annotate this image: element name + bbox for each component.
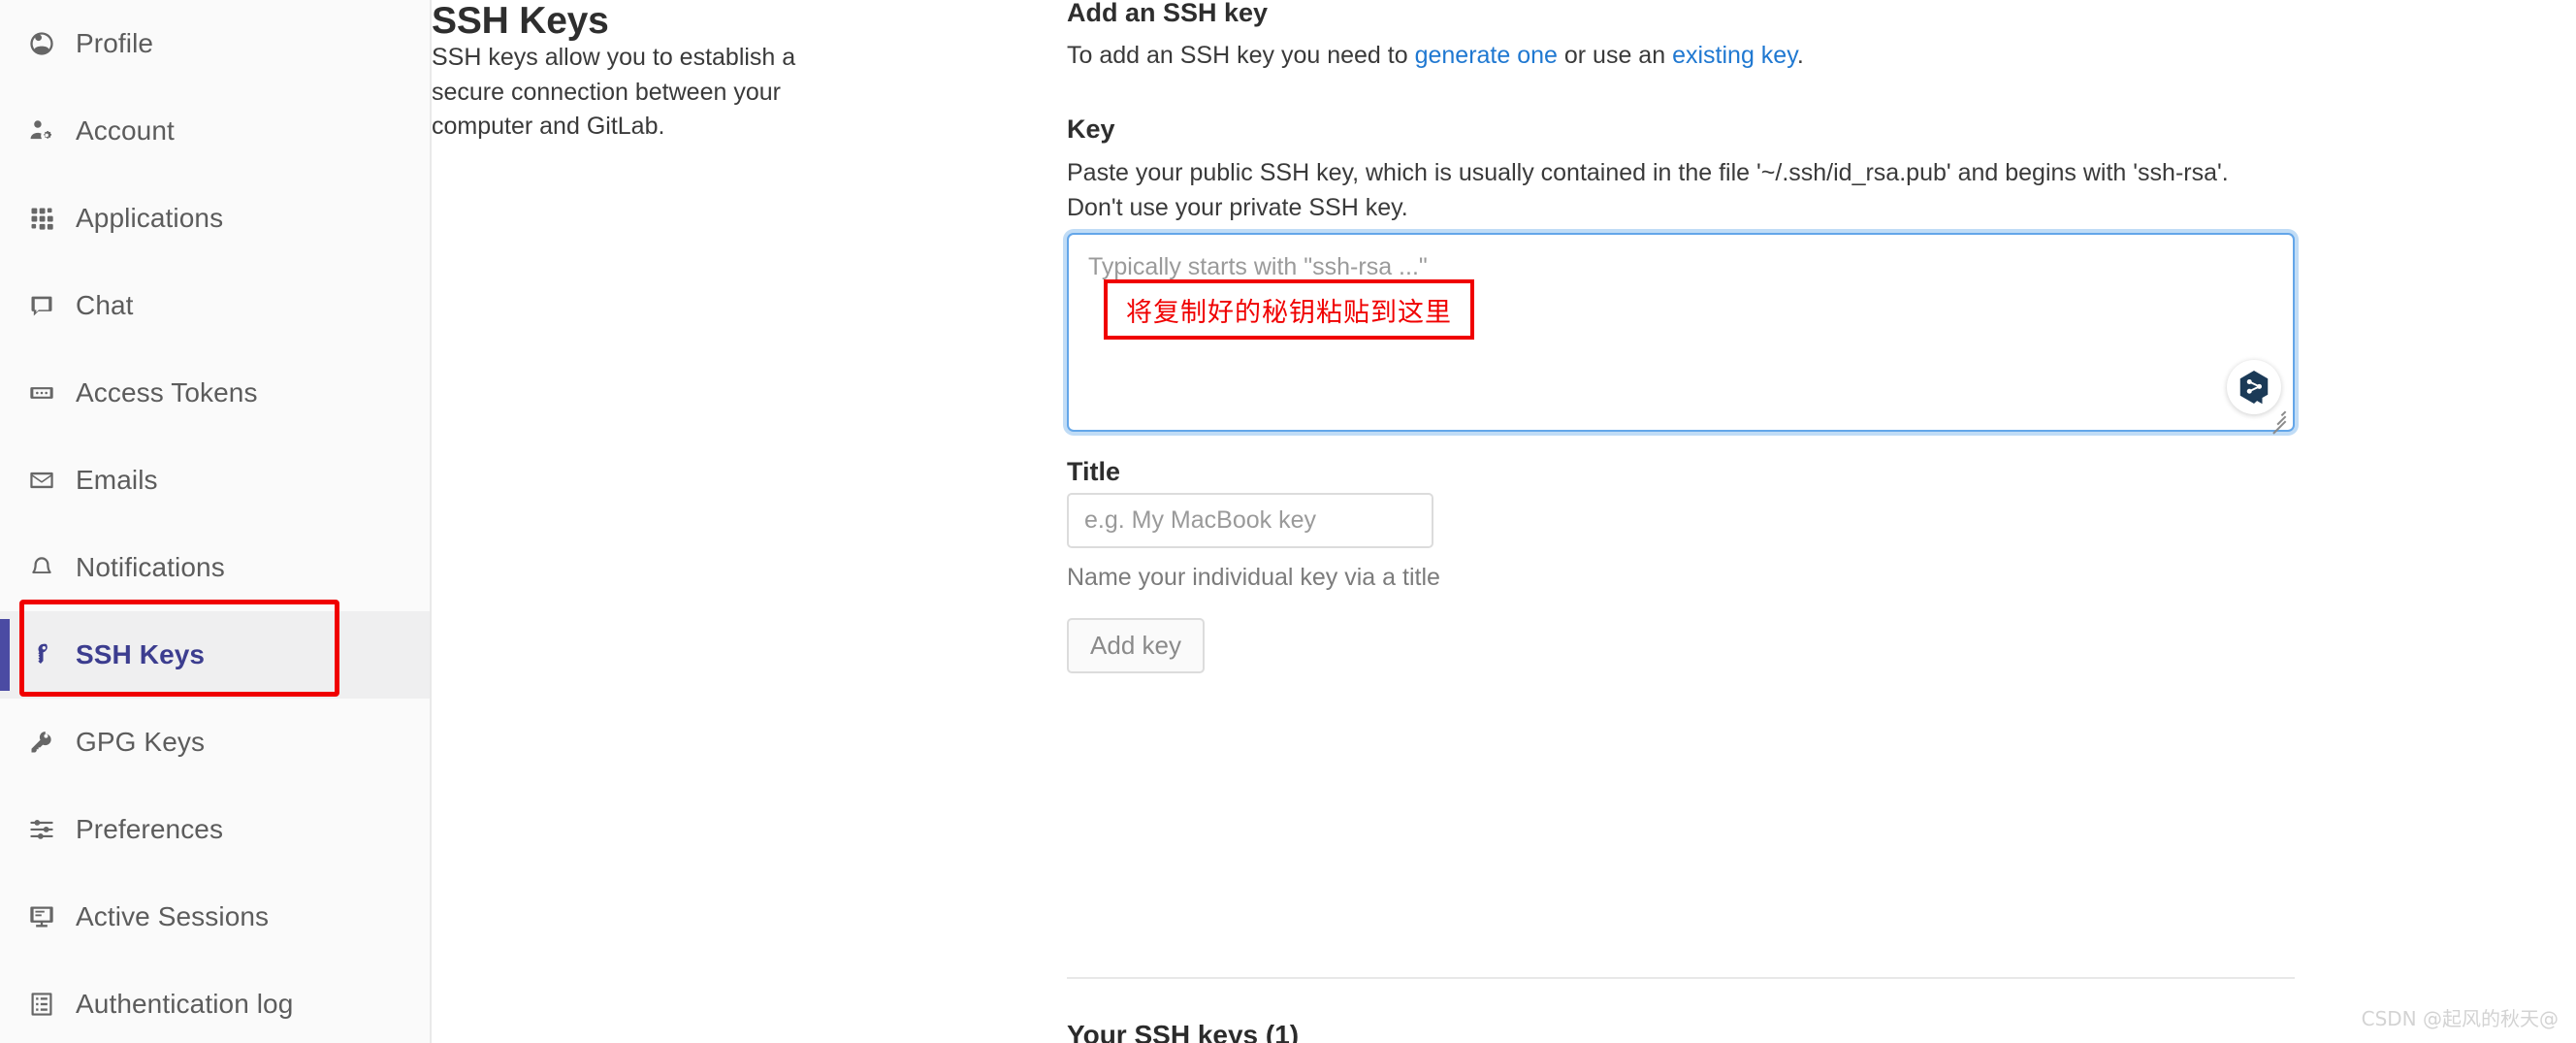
sliders-icon (21, 816, 62, 843)
page-title: SSH Keys (432, 0, 609, 42)
user-gear-icon (21, 117, 62, 145)
key-textarea-container (1067, 233, 2295, 434)
envelope-icon (21, 467, 62, 494)
add-desc-prefix: To add an SSH key you need to (1067, 42, 1415, 69)
share-hexagon-badge-icon[interactable] (2227, 360, 2281, 414)
sidebar-item-label: SSH Keys (76, 639, 206, 669)
existing-key-link[interactable]: existing key (1672, 42, 1797, 69)
sidebar-item-access-tokens[interactable]: Access Tokens (0, 349, 430, 437)
sidebar-item-label: Emails (76, 465, 158, 495)
key-field-label: Key (1067, 114, 1115, 144)
settings-sidebar: Profile Account Applications Chat Access… (0, 0, 432, 1043)
section-description-column: SSH Keys SSH keys allow you to establish… (432, 0, 1067, 1043)
chat-bubble-icon (21, 292, 62, 319)
sidebar-item-label: GPG Keys (76, 727, 206, 757)
key-textarea[interactable] (1067, 233, 2295, 432)
bell-icon (21, 554, 62, 581)
sidebar-item-preferences[interactable]: Preferences (0, 786, 430, 873)
sidebar-item-chat[interactable]: Chat (0, 262, 430, 349)
key-field-description: Paste your public SSH key, which is usua… (1067, 159, 2229, 221)
title-input[interactable] (1067, 493, 1433, 548)
form-divider (1067, 977, 2295, 979)
sidebar-item-label: Access Tokens (76, 377, 258, 407)
add-ssh-key-heading: Add an SSH key (1067, 0, 1269, 27)
add-desc-middle: or use an (1557, 42, 1673, 69)
sidebar-item-active-sessions[interactable]: Active Sessions (0, 873, 430, 961)
csdn-watermark: CSDN @起风的秋天@ (2361, 1007, 2559, 1030)
grid-apps-icon (21, 205, 62, 232)
add-desc-suffix: . (1796, 42, 1804, 69)
sidebar-item-notifications[interactable]: Notifications (0, 524, 430, 611)
log-list-icon (21, 991, 62, 1018)
key-outline-icon (21, 729, 62, 756)
sidebar-item-profile[interactable]: Profile (0, 0, 430, 87)
sidebar-item-authentication-log[interactable]: Authentication log (0, 961, 430, 1043)
sidebar-item-label: Active Sessions (76, 901, 270, 931)
title-field-label: Title (1067, 457, 1121, 486)
add-ssh-key-form: Add an SSH key To add an SSH key you nee… (1067, 0, 2485, 1043)
add-ssh-key-description: To add an SSH key you need to generate o… (1067, 39, 1804, 73)
title-field-hint: Name your individual key via a title (1067, 564, 1440, 591)
sidebar-item-gpg-keys[interactable]: GPG Keys (0, 699, 430, 786)
sidebar-item-label: Chat (76, 290, 134, 320)
sidebar-item-label: Notifications (76, 552, 225, 582)
page-description: SSH keys allow you to establish a secure… (432, 44, 796, 140)
sidebar-nav-list: Profile Account Applications Chat Access… (0, 0, 430, 1043)
sidebar-item-label: Authentication log (76, 989, 294, 1019)
sidebar-item-label: Account (76, 115, 175, 146)
sidebar-item-account[interactable]: Account (0, 87, 430, 175)
sidebar-item-ssh-keys[interactable]: SSH Keys (0, 611, 430, 699)
your-ssh-keys-heading: Your SSH keys (1) (1067, 1020, 1300, 1043)
sidebar-item-applications[interactable]: Applications (0, 175, 430, 262)
gitlab-ssh-keys-page: Profile Account Applications Chat Access… (0, 0, 2576, 1043)
user-circle-icon (21, 30, 62, 57)
sidebar-item-emails[interactable]: Emails (0, 437, 430, 524)
monitor-icon (21, 903, 62, 930)
sidebar-item-label: Profile (76, 28, 154, 58)
token-icon (21, 379, 62, 407)
key-icon (21, 641, 62, 668)
sidebar-item-label: Applications (76, 203, 224, 233)
add-key-button[interactable]: Add key (1067, 618, 1205, 673)
add-ssh-key-form-column: Add an SSH key To add an SSH key you nee… (1067, 0, 2576, 1043)
generate-one-link[interactable]: generate one (1415, 42, 1558, 69)
sidebar-item-label: Preferences (76, 814, 224, 844)
